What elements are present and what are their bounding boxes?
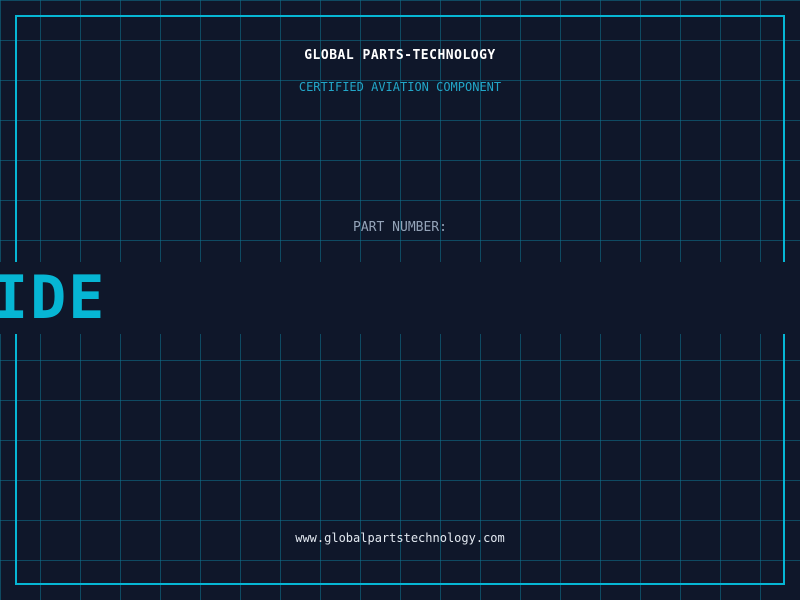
website-url: www.globalpartstechnology.com	[295, 531, 505, 545]
company-title: GLOBAL PARTS-TECHNOLOGY	[304, 48, 496, 63]
part-number-band: IDE	[0, 262, 800, 334]
blueprint-canvas: GLOBAL PARTS-TECHNOLOGY CERTIFIED AVIATI…	[0, 0, 800, 600]
part-number-label: PART NUMBER:	[353, 220, 447, 235]
certification-subtitle: CERTIFIED AVIATION COMPONENT	[298, 80, 502, 94]
part-number-value: IDE	[0, 263, 107, 333]
